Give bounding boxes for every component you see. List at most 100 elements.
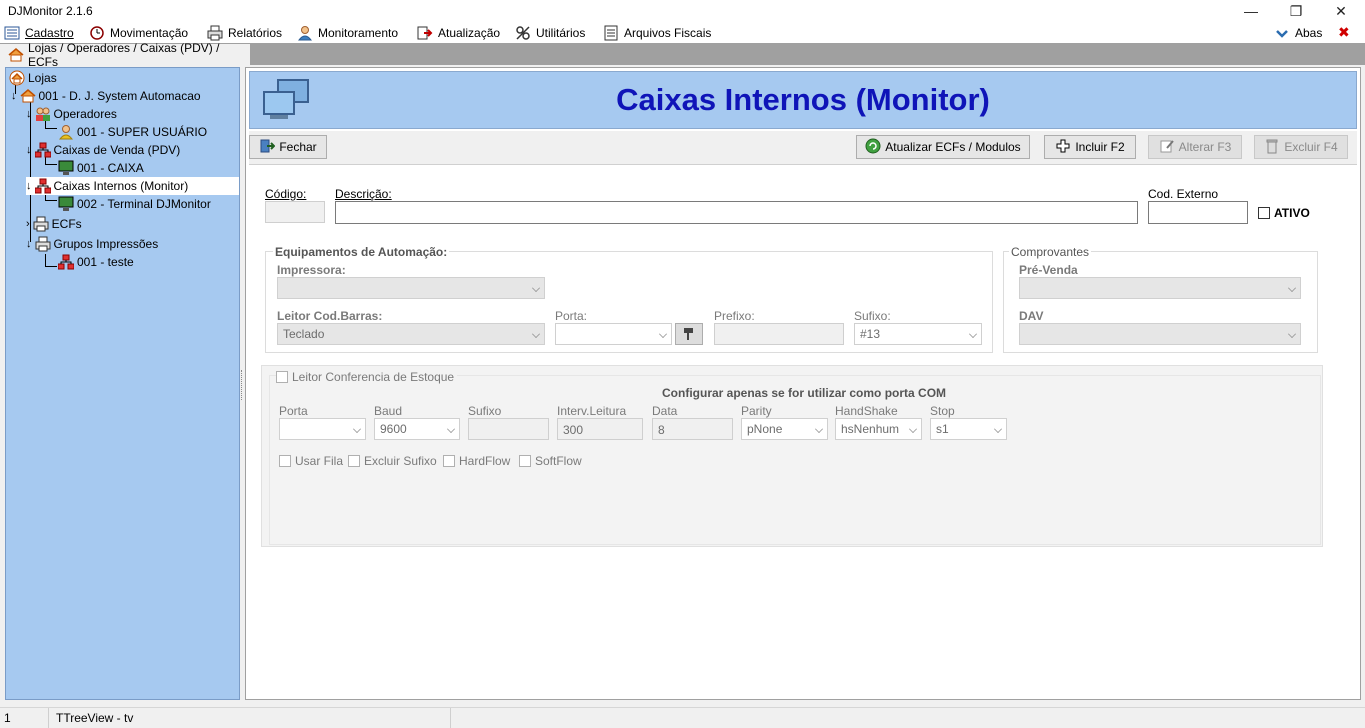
tab-strip: Lojas / Operadores / Caixas (PDV) / ECFs <box>0 41 1365 69</box>
usar-fila-box <box>279 455 291 467</box>
menu-abas[interactable]: Abas <box>1274 23 1322 42</box>
lc-porta-select[interactable] <box>279 418 366 440</box>
excluir-sufixo-checkbox[interactable]: Excluir Sufixo <box>348 454 437 468</box>
menu-relatorios-label: Relatórios <box>228 25 283 40</box>
export-arrow-icon <box>417 25 433 41</box>
pre-venda-select[interactable] <box>1019 277 1301 299</box>
lc-sufixo-field[interactable] <box>468 418 549 440</box>
tree-node-caixa-1[interactable]: 001 - CAIXA <box>58 159 144 177</box>
codigo-field[interactable] <box>265 201 325 223</box>
status-right: TTreeView - tv <box>56 711 134 725</box>
expand-arrow-icon: ↓ <box>26 108 32 120</box>
tree-node-label: 001 - CAIXA <box>77 161 144 175</box>
leitor-select[interactable]: Teclado <box>277 323 545 345</box>
minimize-button[interactable]: — <box>1236 2 1266 20</box>
menu-abas-label: Abas <box>1295 25 1323 40</box>
tree-node-caixas-internos[interactable]: ↓ Caixas Internos (Monitor) <box>26 177 239 195</box>
tree-node-store[interactable]: ↓ 001 - D. J. System Automacao <box>11 87 201 105</box>
collapse-arrow-icon: › <box>26 218 30 230</box>
tree-node-grupo-1[interactable]: 001 - teste <box>57 253 134 271</box>
tree-node-operador-1[interactable]: 001 - SUPER USUÁRIO <box>58 123 207 141</box>
lc-parity-select[interactable]: pNone <box>741 418 828 440</box>
hardflow-checkbox[interactable]: HardFlow <box>443 454 510 468</box>
sufixo-value: #13 <box>860 327 881 341</box>
porta-select[interactable] <box>555 323 672 345</box>
tree-node-label: 001 - D. J. System Automacao <box>38 89 201 103</box>
menu-cadastro[interactable]: Cadastro <box>4 23 74 42</box>
tree-view[interactable]: Lojas ↓ 001 - D. J. System Automacao ↓ O… <box>5 67 240 700</box>
menu-movimentacao[interactable]: Movimentação <box>89 23 188 42</box>
page-title: Caixas Internos (Monitor) <box>616 82 990 117</box>
users-icon <box>35 106 51 122</box>
lc-data-label: Data <box>652 404 678 418</box>
status-divider <box>48 708 49 728</box>
tab-lojas-operadores[interactable]: Lojas / Operadores / Caixas (PDV) / ECFs <box>0 41 250 69</box>
alterar-label: Alterar F3 <box>1178 140 1232 154</box>
tree-node-caixas-venda[interactable]: ↓ Caixas de Venda (PDV) <box>26 141 180 159</box>
menu-arquivos-fiscais[interactable]: Arquivos Fiscais <box>603 23 711 42</box>
usar-fila-checkbox[interactable]: Usar Fila <box>279 454 343 468</box>
leitor-value: Teclado <box>283 327 325 341</box>
menu-atualizacao[interactable]: Atualização <box>417 23 500 42</box>
menu-arquivos-fiscais-label: Arquivos Fiscais <box>624 25 712 40</box>
chevron-down-icon <box>1288 330 1296 338</box>
monitor-icon <box>58 196 74 212</box>
sufixo-select[interactable]: #13 <box>854 323 982 345</box>
dav-select[interactable] <box>1019 323 1301 345</box>
tree-node-grupos[interactable]: ↓ Grupos Impressões <box>26 235 158 253</box>
lc-interv-field[interactable]: 300 <box>557 418 643 440</box>
menu-utilitarios-label: Utilitários <box>536 25 586 40</box>
chevron-down-icon <box>532 330 540 338</box>
softflow-checkbox[interactable]: SoftFlow <box>519 454 582 468</box>
lc-stop-select[interactable]: s1 <box>930 418 1007 440</box>
tree-node-terminal-1[interactable]: 002 - Terminal DJMonitor <box>58 195 211 213</box>
tab-label: Lojas / Operadores / Caixas (PDV) / ECFs <box>28 40 220 69</box>
menu-utilitarios[interactable]: Utilitários <box>515 23 585 42</box>
tree-node-label: Caixas de Venda (PDV) <box>53 143 181 157</box>
equipamentos-group-label: Equipamentos de Automação: <box>273 245 450 259</box>
prefixo-field[interactable] <box>714 323 844 345</box>
excluir-button[interactable]: Excluir F4 <box>1254 135 1348 159</box>
tree-node-lojas[interactable]: Lojas <box>9 69 57 87</box>
atualizar-ecfs-button[interactable]: Atualizar ECFs / Modulos <box>856 135 1030 159</box>
lc-interv-label: Interv.Leitura <box>557 404 627 418</box>
chevron-down-icon <box>353 425 361 433</box>
fechar-label: Fechar <box>279 140 317 154</box>
fechar-button[interactable]: Fechar <box>249 135 327 159</box>
user-icon <box>58 124 74 140</box>
leitor-conferencia-checkbox[interactable]: Leitor Conferencia de Estoque <box>276 370 458 384</box>
close-tabs-icon[interactable]: ✖ <box>1338 24 1350 41</box>
tree-node-ecfs[interactable]: › ECFs <box>26 215 82 233</box>
porta-config-button[interactable] <box>675 323 703 345</box>
lc-baud-label: Baud <box>374 404 403 418</box>
lc-baud-select[interactable]: 9600 <box>374 418 460 440</box>
chevron-down-icon <box>969 330 977 338</box>
alterar-button[interactable]: Alterar F3 <box>1148 135 1242 159</box>
descricao-field[interactable] <box>335 201 1138 224</box>
hardflow-label: HardFlow <box>459 454 511 468</box>
expand-arrow-icon: ↓ <box>26 144 32 156</box>
menu-monitoramento[interactable]: Monitoramento <box>297 23 398 42</box>
lc-handshake-select[interactable]: hsNenhum <box>835 418 922 440</box>
lc-data-field[interactable]: 8 <box>652 418 733 440</box>
status-left: 1 <box>4 711 11 725</box>
maximize-button[interactable]: ❐ <box>1281 2 1311 20</box>
excluir-sufixo-box <box>348 455 360 467</box>
porta-label: Porta: <box>555 309 588 323</box>
monitor-icon <box>58 160 74 176</box>
hammer-icon <box>681 325 697 344</box>
lc-handshake-value: hsNenhum <box>841 422 900 436</box>
cod-externo-field[interactable] <box>1148 201 1248 224</box>
network-icon <box>34 178 51 194</box>
impressora-select[interactable] <box>277 277 545 299</box>
incluir-button[interactable]: Incluir F2 <box>1044 135 1136 159</box>
menu-relatorios[interactable]: Relatórios <box>207 23 282 42</box>
chevron-down-icon <box>1274 25 1290 41</box>
lc-handshake-label: HandShake <box>835 404 898 418</box>
expand-arrow-icon: ↓ <box>26 238 32 250</box>
tree-connector <box>45 266 57 267</box>
ativo-checkbox[interactable]: ATIVO <box>1258 206 1310 220</box>
close-window-button[interactable]: ✕ <box>1326 2 1356 20</box>
splitter-handle[interactable] <box>241 370 244 400</box>
tree-node-operadores[interactable]: ↓ Operadores <box>26 105 117 123</box>
